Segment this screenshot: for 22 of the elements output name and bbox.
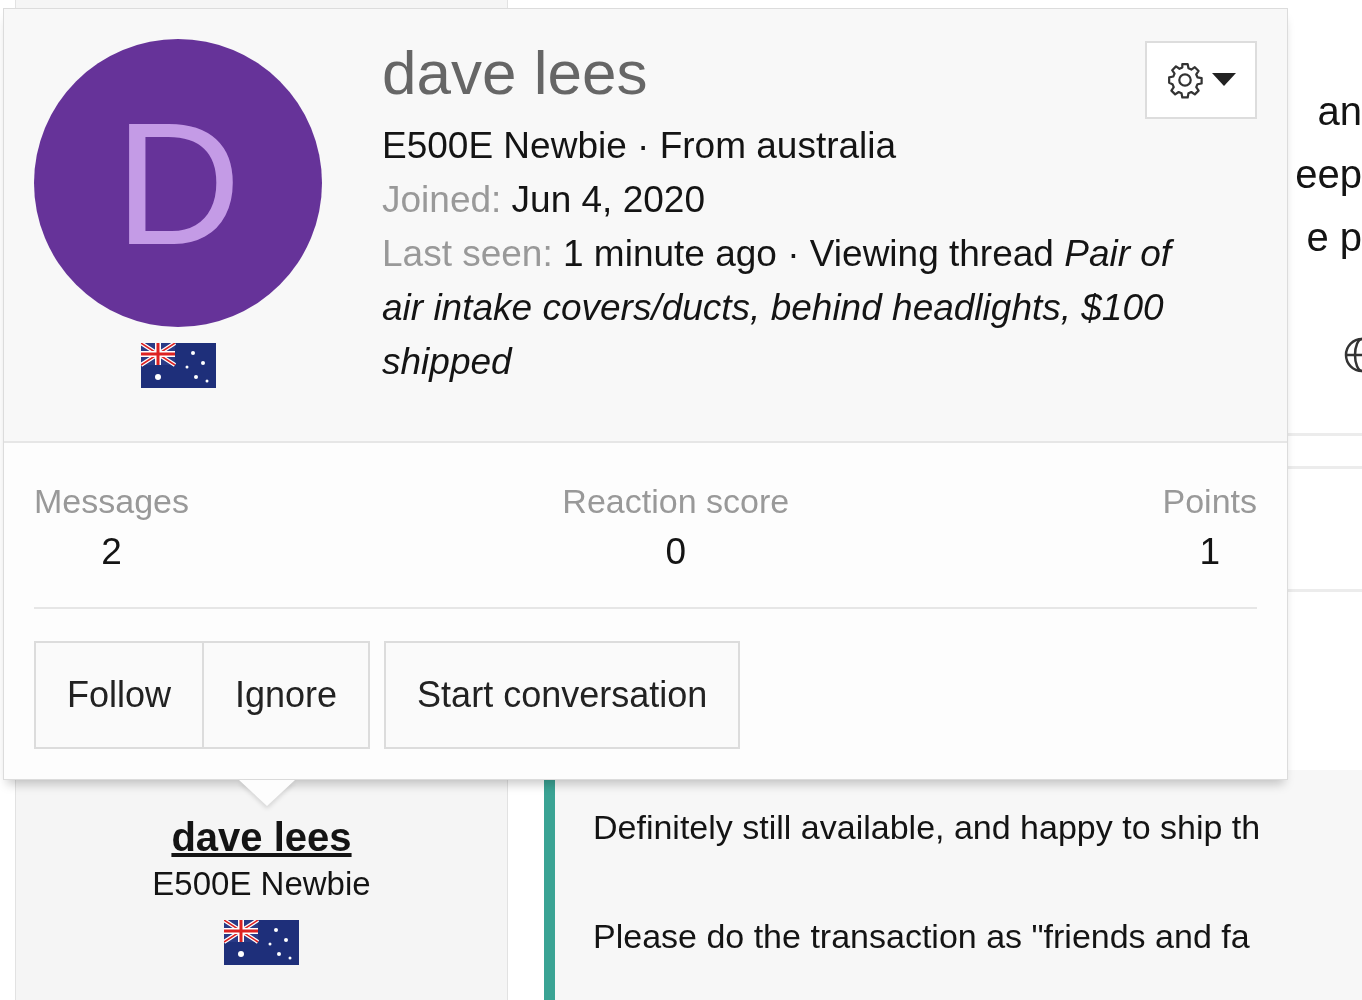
joined-label: Joined: — [382, 179, 502, 220]
stat-value: 2 — [101, 530, 122, 574]
post-paragraph: Definitely still available, and happy to ship th — [593, 807, 1262, 848]
action-button[interactable]: Ignore — [204, 641, 371, 749]
action-button[interactable]: Start conversation — [384, 641, 741, 749]
stat-value: 0 — [665, 530, 686, 574]
post-text-fragment: e p — [1306, 214, 1362, 261]
post-text-fragment: eep — [1295, 151, 1362, 198]
action-button[interactable]: Follow — [34, 641, 205, 749]
stat-label: Points — [1162, 481, 1257, 522]
stat-value: 1 — [1199, 530, 1221, 574]
joined-date: Jun 4, 2020 — [511, 179, 705, 220]
author-name-link[interactable]: dave lees — [171, 812, 352, 862]
profile-name: dave lees — [382, 37, 649, 109]
last-seen-text: Last seen: 1 minute ago · Viewing thread Pair of air intake covers/ducts, behind headlights, $100 shipped — [382, 232, 1175, 384]
stat-label: Messages — [34, 481, 189, 522]
avatar[interactable]: D — [34, 39, 322, 327]
author-title: E500E Newbie — [152, 864, 371, 904]
stat-label: Reaction score — [562, 481, 790, 522]
user-title: E500E Newbie · From australia — [382, 124, 898, 168]
post-text-fragment: an — [1317, 88, 1362, 135]
post-paragraph: Please do the transaction as "friends and fa — [593, 916, 1251, 957]
